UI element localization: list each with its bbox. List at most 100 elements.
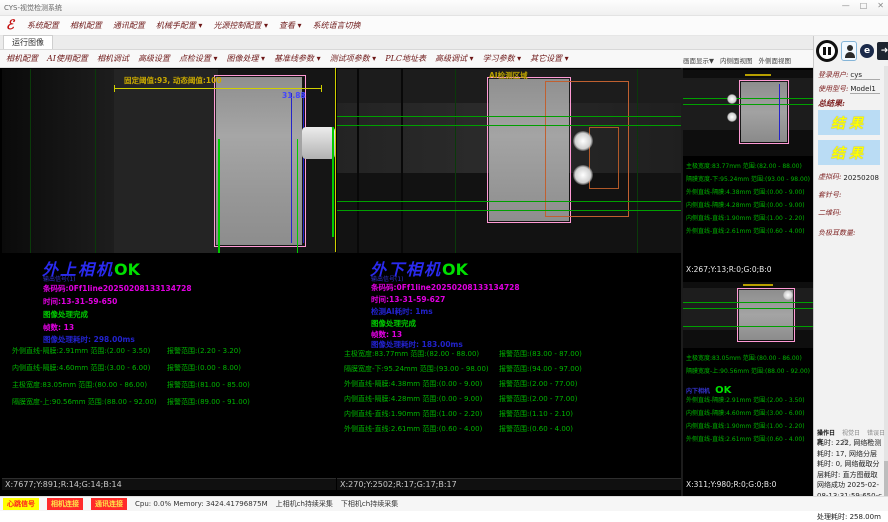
toolbar-button[interactable]: PLC地址表 [385,53,426,64]
image-structure-line [357,69,359,253]
highlight-blob [573,165,593,185]
right-panel-scrollbar[interactable] [884,66,888,506]
result-text: 结果 [831,143,867,163]
minimize-button[interactable]: — [842,1,850,10]
thumb-measurement-line: 主极宽度:83.05mm 范围:(80.00 - 86.00) [686,352,810,365]
toolbar-button[interactable]: 高级设置 [138,53,170,64]
elapsed-line: 图像处理耗时: 298.00ms [43,334,135,345]
highlight-blob [783,290,793,300]
toolbar-button[interactable]: 图像处理 ▾ [227,53,266,64]
user-login-button[interactable] [841,41,857,61]
view-select-dropdown[interactable]: 画面显示▼ [683,55,714,65]
measurement-alarm: 报警范围:(89.00 - 91.00) [167,397,250,407]
thumb1-coords-footer: X:267;Y:13;R:0;G:0;B:0 [684,264,774,275]
overlay-green-edge [332,127,334,237]
overlay-green-line [637,69,638,253]
overlay-green-hline [683,98,813,99]
toolbar-button[interactable]: AI使用配置 [47,53,88,64]
e-stop-button[interactable]: e [860,44,874,58]
model-label: 使用型号: [818,84,848,94]
overlay-yellow-line [114,88,322,89]
lower-camera-status: 下相机ch持续采集 [341,499,398,509]
toolbar-button[interactable]: 其它设置 ▾ [530,53,569,64]
toolbar-button[interactable]: 学习参数 ▾ [483,53,522,64]
qr-code-label: 二维码: [818,208,841,218]
exit-button[interactable]: ➜ [877,42,888,60]
toolbar-button[interactable]: 高级调试 ▾ [435,53,474,64]
measurement-alarm: 报警范围:(0.60 - 4.00) [499,424,573,434]
overlay-blue-line [779,84,780,140]
maximize-button[interactable]: □ [860,1,868,10]
view-option-inner[interactable]: 内侧面视图 [720,55,753,65]
overlay-green-hline [337,125,681,126]
toolbar-button[interactable]: 基准线参数 ▾ [274,53,321,64]
measurement-text: 主极宽度:83.77mm 范围:(82.00 - 88.00) [344,349,499,359]
thumb-measurement-line: 外侧直线-隔膜:4.38mm 范围:(0.00 - 9.00) [686,186,810,199]
menu-item[interactable]: 机械手配置 ▾ [156,20,203,31]
scrollbar-thumb[interactable] [884,461,888,501]
menu-item[interactable]: 相机配置 [70,20,102,31]
thumb2-camera-image[interactable] [683,282,813,348]
close-button[interactable]: ✕ [877,1,884,10]
ai-time-line: 检测AI耗时: 1ms [371,306,433,317]
main-view-area: 固定阈值:93, 动态阈值:100 31.88 外上相机OK 输出信号(1) 条… [0,68,813,496]
measurement-row: 内侧直线-隔膜:4.60mm 范围:(3.00 - 6.00) 报警范围:(0.… [12,363,250,373]
thumb2-text-lines: 外侧直线-隔膜:2.91mm 范围:(2.00 - 3.50)内侧直线-隔膜:4… [686,394,805,446]
thumb1-text-lines: 主极宽度:83.77mm 范围:(82.00 - 88.00)隔膜宽度-下:95… [686,160,810,238]
overlay-yellow-mark [745,74,771,76]
menu-item[interactable]: 系统语言切换 [313,20,361,31]
measurement-alarm: 报警范围:(2.20 - 3.20) [167,346,241,356]
highlight-blob [573,131,593,151]
toolbar-button[interactable]: 测试项参数 ▾ [330,53,377,64]
menu-item[interactable]: 系统配置 [27,20,59,31]
measurement-alarm: 报警范围:(0.00 - 8.00) [167,363,241,373]
process-done-line: 图像处理完成 [43,309,88,320]
overlay-yellow-tick [114,85,115,92]
image-structure-line [401,69,403,253]
result-box-2: 结果 [818,140,880,165]
overlay-yellow-mark [743,284,773,286]
image-dark-band [2,69,114,253]
thumb-measurement-line: 隔膜宽度-上:90.56mm 范围:(88.00 - 92.00) [686,365,810,378]
mid-camera-image[interactable]: AI检测区域 [337,69,681,253]
measurement-text: 隔膜宽度-上:90.56mm 范围:(88.00 - 92.00) [12,397,167,407]
right-control-panel: e ➜ 登录用户: cys 使用型号: Model1 总结果: 结果 结果 虚拟… [813,36,888,510]
menu-items: 系统配置相机配置通讯配置机械手配置 ▾ 光源控制配置 ▾ 查看 ▾ 系统语言切换 [27,20,361,31]
measurement-text: 外侧直线-隔膜:4.38mm 范围:(0.00 - 9.00) [344,379,499,389]
connector-tab [302,127,335,159]
measurement-row: 外侧直线-隔膜:4.38mm 范围:(0.00 - 9.00) 报警范围:(2.… [344,379,582,389]
tab-run-image[interactable]: 运行图像 [3,35,53,49]
login-user-label: 登录用户: [818,70,848,80]
login-user-value: cys [850,71,880,80]
overlay-blue-line [303,93,304,243]
measurement-text: 内侧直线-直线:1.90mm 范围:(1.00 - 2.20) [344,409,499,419]
thumb-measurement-line: 内侧直线-直线:1.90mm 范围:(1.00 - 2.20) [686,212,810,225]
overlay-green-hline [683,326,813,327]
app-logo-icon: ℰ [6,18,14,33]
menu-item[interactable]: 查看 ▾ [279,20,302,31]
measurement-text: 内侧直线-隔膜:4.28mm 范围:(0.00 - 9.00) [344,394,499,404]
cell-region [216,77,302,245]
pause-button[interactable] [816,40,838,62]
overlay-green-hline [337,210,681,211]
toolbar-button[interactable]: 相机调试 [97,53,129,64]
measurement-row: 主极宽度:83.05mm 范围:(80.00 - 86.00) 报警范围:(81… [12,380,250,390]
menu-item[interactable]: 通讯配置 [113,20,145,31]
view-option-outer[interactable]: 外侧面视图 [759,55,792,65]
measurement-alarm: 报警范围:(1.10 - 2.10) [499,409,573,419]
measurement-row: 主极宽度:83.77mm 范围:(82.00 - 88.00) 报警范围:(83… [344,349,582,359]
thumb-view-selector: 画面显示▼ 内侧面视图 外侧面视图 [683,55,813,65]
toolbar-button[interactable]: 相机配置 [6,53,38,64]
status-ok: OK [442,260,468,279]
thumb-measurement-line: 外侧直线-隔膜:2.91mm 范围:(2.00 - 3.50) [686,394,805,407]
thumb-measurement-line: 外侧直线-直线:2.61mm 范围:(0.60 - 4.00) [686,433,805,446]
left-camera-image[interactable]: 固定阈值:93, 动态阈值:100 31.88 [2,69,336,253]
tab-count-label: 负极耳数量: [818,228,855,238]
thumb1-camera-image[interactable] [683,70,813,156]
output-signal-label: 输出信号(1) [43,274,76,283]
menu-bar: ℰ 系统配置相机配置通讯配置机械手配置 ▾ 光源控制配置 ▾ 查看 ▾ 系统语言切换 [0,16,888,36]
thumb-measurement-line: 内侧直线-隔膜:4.28mm 范围:(0.00 - 9.00) [686,199,810,212]
toolbar-button[interactable]: 点检设置 ▾ [179,53,218,64]
menu-item[interactable]: 光源控制配置 ▾ [213,20,268,31]
overlay-green-line [95,69,96,253]
